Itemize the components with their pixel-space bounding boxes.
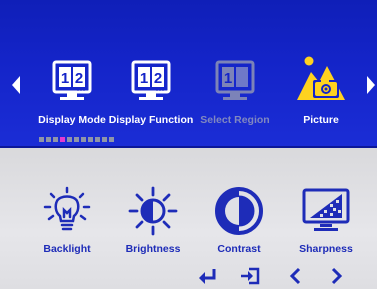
menu-item-select-region[interactable]: 1 Select Region	[190, 58, 280, 128]
left-key[interactable]	[284, 266, 308, 286]
enter-icon	[199, 269, 216, 284]
menu-item-label: Display Function	[108, 114, 194, 126]
chevron-left-icon	[289, 267, 301, 285]
menu-item-label: Select Region	[200, 114, 270, 126]
menu-item-label: Picture	[303, 114, 339, 126]
page-dot	[88, 137, 93, 142]
exit-icon	[241, 267, 260, 285]
submenu-item-contrast[interactable]: Contrast	[199, 186, 279, 256]
menu-item-picture[interactable]: Picture	[276, 56, 366, 128]
scroll-right-arrow-icon[interactable]	[367, 76, 375, 94]
chevron-right-icon	[331, 267, 343, 285]
sharpness-icon	[302, 188, 350, 231]
page-dot	[53, 137, 58, 142]
page-dot	[67, 137, 72, 142]
submenu-item-label: Contrast	[217, 243, 261, 255]
submenu-item-backlight[interactable]: Backlight	[27, 186, 107, 256]
page-dot	[46, 137, 51, 142]
submenu-item-label: Backlight	[43, 243, 91, 255]
submenu-item-label: Brightness	[125, 243, 181, 255]
osd-menu-screen: 1 2 Display Mode 1 2 Display Function 1	[0, 0, 377, 289]
monitor-select-region-icon: 1	[215, 60, 255, 100]
page-dot-active	[60, 137, 65, 142]
right-key[interactable]	[324, 266, 348, 286]
page-dot	[95, 137, 100, 142]
enter-key[interactable]	[196, 266, 220, 286]
submenu-item-brightness[interactable]: Brightness	[113, 186, 193, 256]
menu-item-display-function[interactable]: 1 2 Display Function	[106, 58, 196, 128]
menu-item-label: Display Mode	[38, 114, 106, 126]
exit-key[interactable]	[238, 266, 262, 286]
svg-text:1: 1	[61, 70, 69, 87]
svg-text:1: 1	[224, 70, 232, 87]
menu-item-display-mode[interactable]: 1 2 Display Mode	[27, 58, 117, 128]
svg-text:2: 2	[154, 70, 162, 87]
submenu-item-sharpness[interactable]: Sharpness	[286, 186, 366, 256]
page-dot	[39, 137, 44, 142]
scroll-left-arrow-icon[interactable]	[12, 76, 20, 94]
monitor-1-2-icon: 1 2	[52, 60, 92, 100]
lightbulb-icon	[43, 186, 91, 231]
monitor-1-2-icon: 1 2	[131, 60, 171, 100]
picture-camera-icon	[297, 56, 345, 100]
page-dot	[74, 137, 79, 142]
svg-text:1: 1	[140, 70, 148, 87]
svg-text:2: 2	[75, 70, 83, 87]
page-dot	[102, 137, 107, 142]
page-dot	[109, 137, 114, 142]
contrast-icon	[215, 187, 263, 235]
page-dot	[81, 137, 86, 142]
sun-icon	[128, 186, 178, 236]
submenu-item-label: Sharpness	[299, 243, 353, 255]
